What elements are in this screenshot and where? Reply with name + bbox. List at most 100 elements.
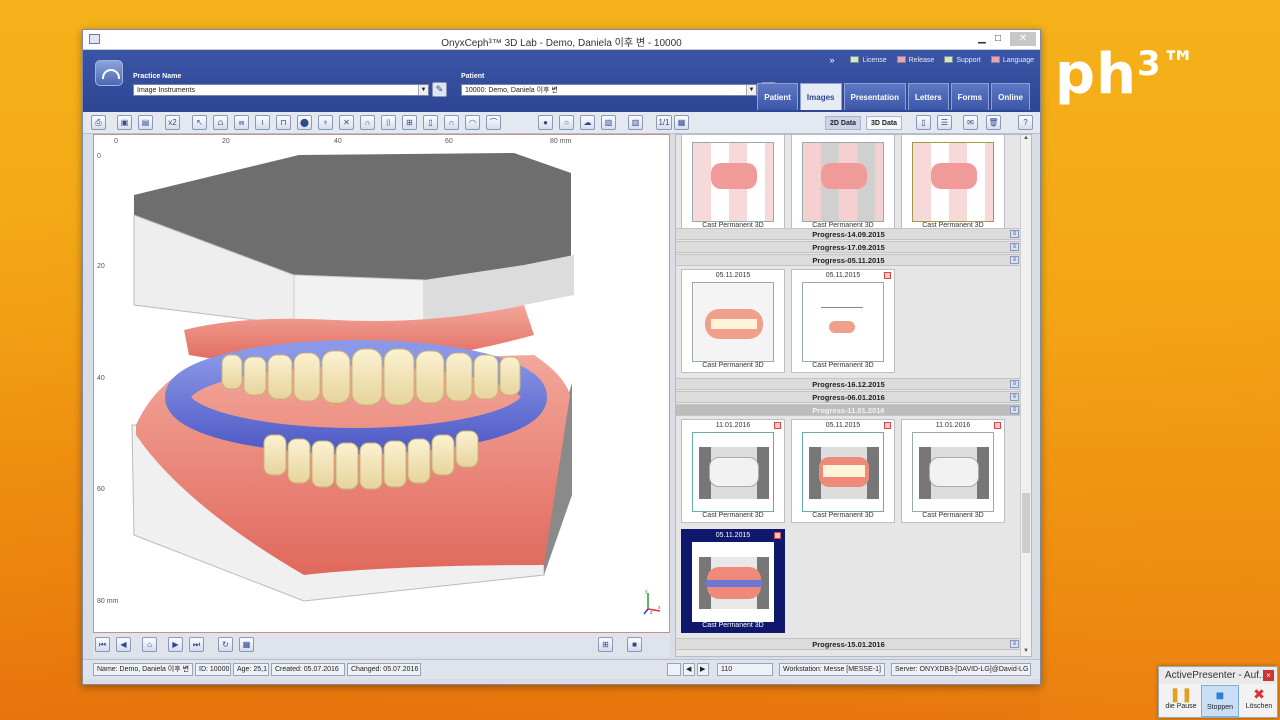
menu-icon[interactable]: ≡ [1010, 256, 1019, 264]
flag-icon[interactable] [884, 422, 891, 429]
grid-layout-icon[interactable]: ⊞ [598, 637, 613, 652]
zoom-value-field[interactable]: 110 [717, 663, 773, 676]
refresh-icon[interactable]: ↻ [218, 637, 233, 652]
close-button[interactable]: ✕ [1010, 32, 1036, 46]
tab-3d-data[interactable]: 3D Data [866, 116, 903, 130]
previous-page-icon[interactable]: ◀ [683, 663, 695, 676]
gallery-card[interactable]: 11.01.2016 Cast Permanent 3D [681, 419, 785, 523]
menu-icon[interactable]: ≡ [1010, 406, 1019, 414]
flag-icon[interactable] [884, 272, 891, 279]
cross-tool-icon[interactable]: ✕ [339, 115, 354, 130]
edit-note-icon[interactable]: ✉ [963, 115, 978, 130]
trash-icon[interactable]: 🗑 [986, 115, 1001, 130]
support-link[interactable]: Support [944, 56, 981, 64]
progress-section[interactable]: Progress-16.12.2015 ≡ [676, 378, 1021, 390]
tab-online[interactable]: Online [991, 83, 1030, 110]
bracket-icon[interactable]: ⊓ [276, 115, 291, 130]
onyxceph-logo-icon[interactable] [95, 60, 123, 86]
minimize-button[interactable]: ▁ [974, 32, 990, 46]
status-empty-field[interactable] [667, 663, 681, 676]
tab-presentation[interactable]: Presentation [843, 83, 906, 110]
delete-button[interactable]: ✖ Löschen [1240, 685, 1278, 717]
pause-button[interactable]: ❚❚ die Pause [1162, 685, 1200, 717]
model-3d-viewer[interactable]: 0 20 40 60 80 mm 0 20 40 60 80 mm y x z [93, 134, 670, 633]
cloud-icon[interactable]: ☁ [580, 115, 595, 130]
progress-section[interactable]: Progress-06.01.2016 ≡ [676, 391, 1021, 403]
arch-open-icon[interactable]: ∩ [360, 115, 375, 130]
image-gallery[interactable]: Cast Permanent 3D Cast Permanent 3D Cast… [675, 134, 1032, 657]
menu-icon[interactable]: ≡ [1010, 243, 1019, 251]
jaw-icon[interactable]: ◠ [465, 115, 480, 130]
globe-dark-icon[interactable]: ● [538, 115, 553, 130]
gallery-scrollbar[interactable]: ▲ ▼ [1020, 135, 1031, 656]
progress-section[interactable]: Progress-14.09.2015 ≡ [676, 228, 1021, 240]
menu-icon[interactable]: ≡ [1010, 380, 1019, 388]
scroll-up-icon[interactable]: ▲ [1021, 135, 1031, 145]
first-icon[interactable]: ⏮ [95, 637, 110, 652]
tab-forms[interactable]: Forms [950, 83, 990, 110]
home-icon[interactable]: ⌂ [142, 637, 157, 652]
frame-icon[interactable]: ▯ [423, 115, 438, 130]
crown-icon[interactable]: ⬤ [297, 115, 312, 130]
maximize-button[interactable]: □ [990, 32, 1006, 46]
practice-name-combo[interactable]: Image Instruments ▼ [133, 84, 429, 96]
close-icon[interactable]: × [1263, 670, 1274, 681]
patient-combo[interactable]: 10000: Demo, Daniela 이후 변 ▼ [461, 84, 757, 96]
progress-section[interactable]: Progress-05.11.2015 ≡ [676, 254, 1021, 266]
chevron-down-icon[interactable]: ▼ [746, 85, 756, 95]
tab-images[interactable]: Images [799, 83, 842, 110]
image-import-icon[interactable]: ▣ [117, 115, 132, 130]
gallery-card[interactable]: Cast Permanent 3D [681, 135, 785, 233]
select-tool-icon[interactable]: ↖ [192, 115, 207, 130]
layer-icon[interactable]: ▥ [628, 115, 643, 130]
calendar-icon[interactable]: ▦ [674, 115, 689, 130]
grid-move-icon[interactable]: ⊞ [402, 115, 417, 130]
tooth-icon[interactable]: ♆ [318, 115, 333, 130]
language-link[interactable]: Language [990, 56, 1034, 64]
jaw-alt-icon[interactable]: ⌒ [486, 115, 501, 130]
menu-icon[interactable]: ≡ [1010, 393, 1019, 401]
gallery-card[interactable]: Cast Permanent 3D [791, 135, 895, 233]
scrollbar-thumb[interactable] [1022, 493, 1030, 553]
tab-patient[interactable]: Patient [757, 83, 798, 110]
print-icon[interactable]: ⎙ [91, 115, 106, 130]
menu-icon[interactable]: ≡ [1010, 640, 1019, 648]
gallery-card[interactable]: Cast Permanent 3D [901, 135, 1005, 233]
progress-section[interactable]: Progress-17.09.2015 ≡ [676, 241, 1021, 253]
gallery-card-selected[interactable]: 05.11.2015 Cast Permanent 3D [681, 529, 785, 633]
menu-icon[interactable]: ≡ [1010, 230, 1019, 238]
last-icon[interactable]: ⏭ [189, 637, 204, 652]
progress-section[interactable]: Progress-15.01.2016 ≡ [676, 638, 1021, 650]
practice-edit-icon[interactable]: ✎ [432, 82, 447, 97]
arch-small-icon[interactable]: ∩ [444, 115, 459, 130]
flag-icon[interactable] [994, 422, 1001, 429]
flag-icon[interactable] [774, 532, 781, 539]
tooth-pair-icon[interactable]: ⩍ [213, 115, 228, 130]
next-icon[interactable]: ▶ [168, 637, 183, 652]
previous-icon[interactable]: ◀ [116, 637, 131, 652]
arch-curve-icon[interactable]: ≀ [255, 115, 270, 130]
table-icon[interactable]: ▦ [239, 637, 254, 652]
tab-letters[interactable]: Letters [907, 83, 949, 110]
gallery-card[interactable]: 05.11.2015 Cast Permanent 3D [681, 269, 785, 373]
tab-2d-data[interactable]: 2D Data [825, 116, 862, 130]
globe-light-icon[interactable]: ○ [559, 115, 574, 130]
single-layout-icon[interactable]: ■ [627, 637, 642, 652]
next-page-icon[interactable]: ▶ [697, 663, 709, 676]
page-indicator[interactable]: 1/1 [656, 115, 672, 130]
release-link[interactable]: Release [896, 56, 934, 64]
zoom-x2-button[interactable]: x2 [165, 115, 180, 130]
gallery-card[interactable]: 05.11.2015 Cast Permanent 3D [791, 269, 895, 373]
list-view-icon[interactable]: ☰ [937, 115, 952, 130]
image-tool-icon[interactable]: ▧ [601, 115, 616, 130]
chevron-down-icon[interactable]: ▼ [418, 85, 428, 95]
implant-icon[interactable]: ⌷ [381, 115, 396, 130]
gallery-card[interactable]: 05.11.2015 Cast Permanent 3D [791, 419, 895, 523]
stop-button[interactable]: ■ Stoppen [1201, 685, 1239, 717]
image-export-icon[interactable]: ▤ [138, 115, 153, 130]
gallery-card[interactable]: 11.01.2016 Cast Permanent 3D [901, 419, 1005, 523]
progress-section-selected[interactable]: Progress-11.01.2016 ≡ [676, 404, 1021, 416]
layout-single-icon[interactable]: ▯ [916, 115, 931, 130]
scroll-down-icon[interactable]: ▼ [1021, 648, 1031, 656]
chevron-right-icon[interactable]: » [829, 55, 834, 65]
